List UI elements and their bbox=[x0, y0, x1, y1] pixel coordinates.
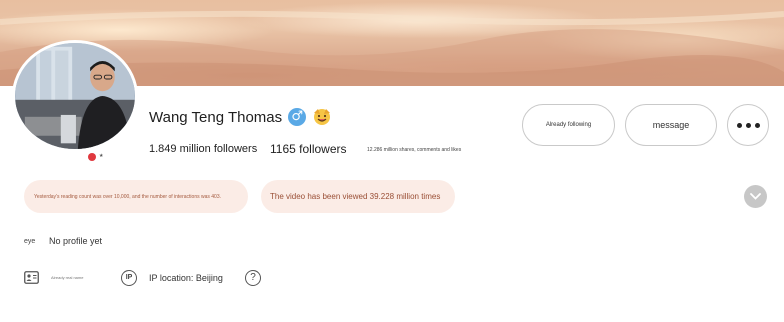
ip-icon: IP bbox=[121, 270, 137, 286]
id-card-icon bbox=[24, 271, 39, 284]
profile-name: Wang Teng Thomas bbox=[149, 108, 283, 126]
chevron-down-icon bbox=[750, 193, 761, 200]
badge-mark-icon: ★ bbox=[99, 153, 104, 159]
eye-label: eye bbox=[24, 237, 36, 245]
ip-location: IP location: Beijing bbox=[149, 273, 223, 283]
following-button[interactable]: Already following bbox=[522, 104, 615, 146]
expand-button[interactable] bbox=[744, 185, 767, 208]
stat-shares: 12.286 million shares, comments and like… bbox=[367, 147, 462, 153]
message-button[interactable]: message bbox=[625, 104, 717, 146]
reading-stats-pill[interactable]: Yesterday's reading count was over 10,00… bbox=[24, 180, 248, 213]
badge-dot-icon bbox=[88, 153, 96, 161]
more-button[interactable] bbox=[727, 104, 769, 146]
profile-bio: No profile yet bbox=[49, 236, 103, 246]
profile-bio-row: eye No profile yet bbox=[24, 235, 102, 247]
help-icon[interactable]: ? bbox=[245, 270, 261, 286]
avatar[interactable] bbox=[12, 40, 138, 152]
real-name-status: Already real name bbox=[51, 275, 84, 280]
avatar-photo bbox=[15, 43, 135, 149]
more-icon bbox=[736, 122, 760, 128]
verified-badge: ★ bbox=[88, 152, 106, 162]
male-icon: ♂ bbox=[288, 108, 307, 126]
smiling-face-icon bbox=[314, 109, 331, 125]
profile-name-row: Wang Teng Thomas ♂ bbox=[149, 105, 332, 129]
stat-followers[interactable]: 1165 followers bbox=[270, 142, 347, 156]
video-views-pill[interactable]: The video has been viewed 39.228 million… bbox=[261, 180, 455, 213]
stat-likes-followers[interactable]: 1.849 million followers bbox=[149, 143, 257, 155]
